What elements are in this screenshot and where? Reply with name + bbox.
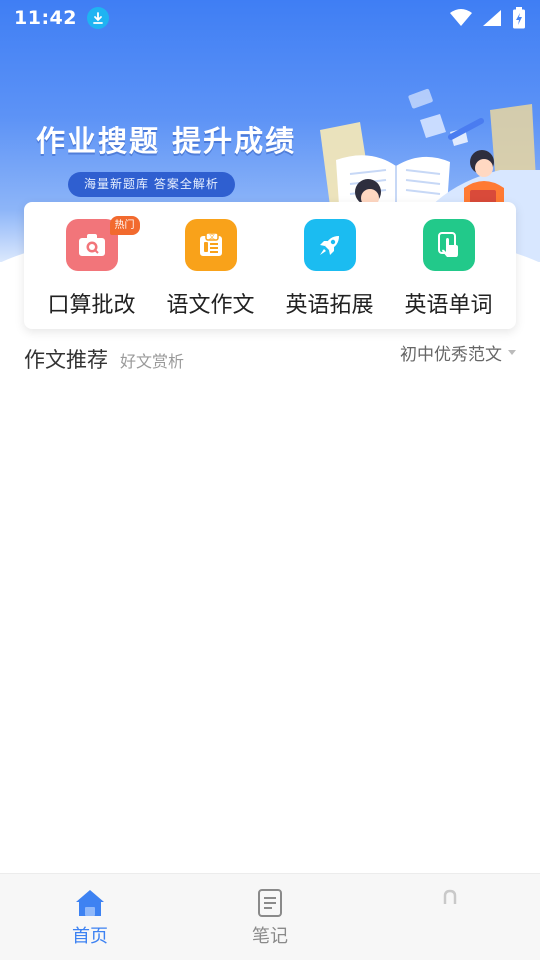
svg-text:文: 文 (208, 233, 214, 241)
nav-label: 笔记 (252, 926, 288, 947)
nav-notes[interactable]: 笔记 (180, 874, 360, 960)
grade-filter-label: 初中优秀范文 (400, 344, 502, 365)
essay-section-header: 作文推荐 好文赏析 初中优秀范文 (24, 342, 516, 374)
nav-profile[interactable] (360, 874, 540, 960)
download-icon (86, 7, 109, 29)
feature-chinese-essay[interactable]: 文 语文作文 (155, 202, 267, 329)
bottom-nav: 首页 笔记 (0, 873, 540, 960)
home-icon (76, 890, 104, 916)
notes-icon (258, 889, 282, 917)
feature-oral-math[interactable]: 热门 口算批改 (36, 202, 148, 329)
status-bar: 11:42 (0, 0, 540, 36)
hero-title: 作业搜题 提升成绩 (36, 124, 297, 158)
signal-icon (483, 10, 501, 26)
document-icon: 文 (184, 219, 237, 271)
caret-down-icon (508, 349, 516, 355)
nav-label: 首页 (72, 926, 108, 947)
profile-icon (443, 889, 457, 904)
status-time: 11:42 (14, 7, 77, 29)
grade-filter-dropdown[interactable]: 初中优秀范文 (400, 340, 516, 365)
hero-subtitle: 海量新题库 答案全解析 (68, 172, 235, 197)
battery-charging-icon (513, 7, 525, 29)
feature-label: 语文作文 (166, 293, 255, 318)
wifi-icon (450, 9, 472, 26)
feature-card: 热门 口算批改 文 语文作文 英语拓展 英语单词 (24, 202, 516, 329)
rocket-icon (303, 219, 356, 271)
tap-icon (422, 219, 475, 271)
feature-english-words[interactable]: 英语单词 (393, 202, 505, 329)
feature-label: 英语单词 (404, 293, 493, 318)
feature-label: 口算批改 (47, 293, 136, 318)
feature-english-extension[interactable]: 英语拓展 (274, 202, 386, 329)
hot-badge: 热门 (109, 216, 140, 235)
section-title: 作文推荐 (24, 348, 108, 372)
feature-label: 英语拓展 (285, 293, 374, 318)
section-subtitle: 好文赏析 (120, 352, 185, 371)
nav-home[interactable]: 首页 (0, 874, 180, 960)
